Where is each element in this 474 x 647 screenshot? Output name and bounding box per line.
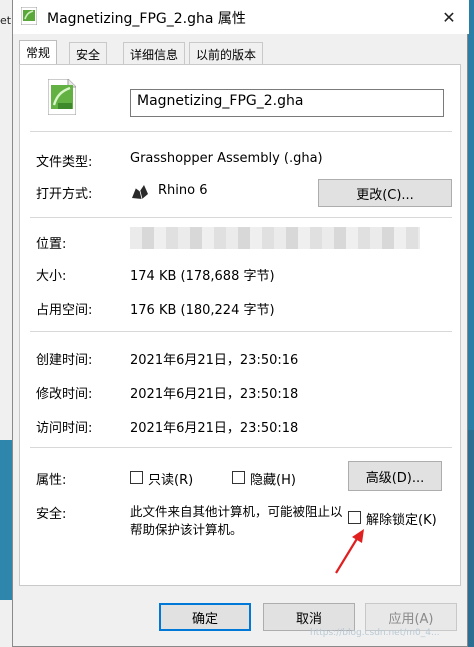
cancel-button[interactable]: 取消 (263, 603, 355, 631)
annotation-arrow-icon (332, 527, 372, 577)
security-message: 此文件来自其他计算机，可能被阻止以帮助保护该计算机。 (130, 504, 343, 537)
accessed-value: 2021年6月21日，23:50:18 (130, 421, 299, 436)
security-label: 安全: (36, 507, 67, 522)
tab-general[interactable]: 常规 (19, 40, 58, 64)
general-panel: Magnetizing_FPG_2.gha 文件类型: Grasshopper … (19, 64, 461, 586)
desktop-background-right (468, 430, 474, 647)
opens-with-label: 打开方式: (36, 187, 93, 202)
background-text-fragment: et (0, 14, 12, 27)
divider (30, 331, 452, 332)
size-on-disk-label: 占用空间: (36, 303, 93, 318)
location-label: 位置: (36, 237, 67, 252)
file-type-label: 文件类型: (36, 155, 93, 170)
created-value: 2021年6月21日，23:50:16 (130, 353, 299, 368)
hidden-checkbox[interactable] (232, 471, 245, 484)
unblock-label[interactable]: 解除锁定(K) (366, 509, 437, 528)
unblock-checkbox[interactable] (348, 511, 361, 524)
readonly-label[interactable]: 只读(R) (148, 469, 193, 488)
accessed-label: 访问时间: (36, 421, 93, 436)
tab-previous-versions[interactable]: 以前的版本 (189, 42, 264, 64)
modified-label: 修改时间: (36, 387, 93, 402)
close-icon: ✕ (442, 7, 456, 27)
rhino-app-icon (130, 182, 150, 202)
close-button[interactable]: ✕ (429, 0, 469, 34)
divider (30, 131, 452, 132)
ok-button[interactable]: 确定 (159, 603, 251, 631)
hidden-label[interactable]: 隐藏(H) (250, 469, 296, 488)
file-type-value: Grasshopper Assembly (.gha) (130, 151, 323, 166)
divider (30, 447, 452, 448)
location-value-redacted (130, 227, 420, 249)
advanced-button[interactable]: 高级(D)... (348, 461, 442, 491)
size-on-disk-value: 176 KB (180,224 字节) (130, 303, 275, 318)
attributes-label: 属性: (36, 473, 67, 488)
desktop-background (0, 440, 12, 600)
file-name-input[interactable]: Magnetizing_FPG_2.gha (130, 89, 444, 117)
size-label: 大小: (36, 269, 67, 284)
size-value: 174 KB (178,688 字节) (130, 269, 275, 284)
created-label: 创建时间: (36, 353, 93, 368)
gha-file-icon (20, 6, 38, 26)
properties-dialog: Magnetizing_FPG_2.gha 属性 ✕ 常规 安全 详细信息 以前… (12, 0, 469, 647)
change-button[interactable]: 更改(C)... (318, 179, 452, 207)
readonly-checkbox[interactable] (130, 471, 143, 484)
divider (30, 217, 452, 218)
tab-details[interactable]: 详细信息 (123, 42, 186, 64)
opens-with-value: Rhino 6 (158, 183, 208, 198)
tab-security[interactable]: 安全 (69, 42, 108, 64)
watermark-text: https://blog.csdn.net/m0_4... (310, 628, 440, 638)
gha-file-icon (47, 78, 77, 116)
apply-button[interactable]: 应用(A) (365, 603, 457, 631)
window-title: Magnetizing_FPG_2.gha 属性 (47, 11, 246, 27)
modified-value: 2021年6月21日，23:50:18 (130, 387, 299, 402)
title-bar[interactable]: Magnetizing_FPG_2.gha 属性 ✕ (13, 0, 469, 34)
